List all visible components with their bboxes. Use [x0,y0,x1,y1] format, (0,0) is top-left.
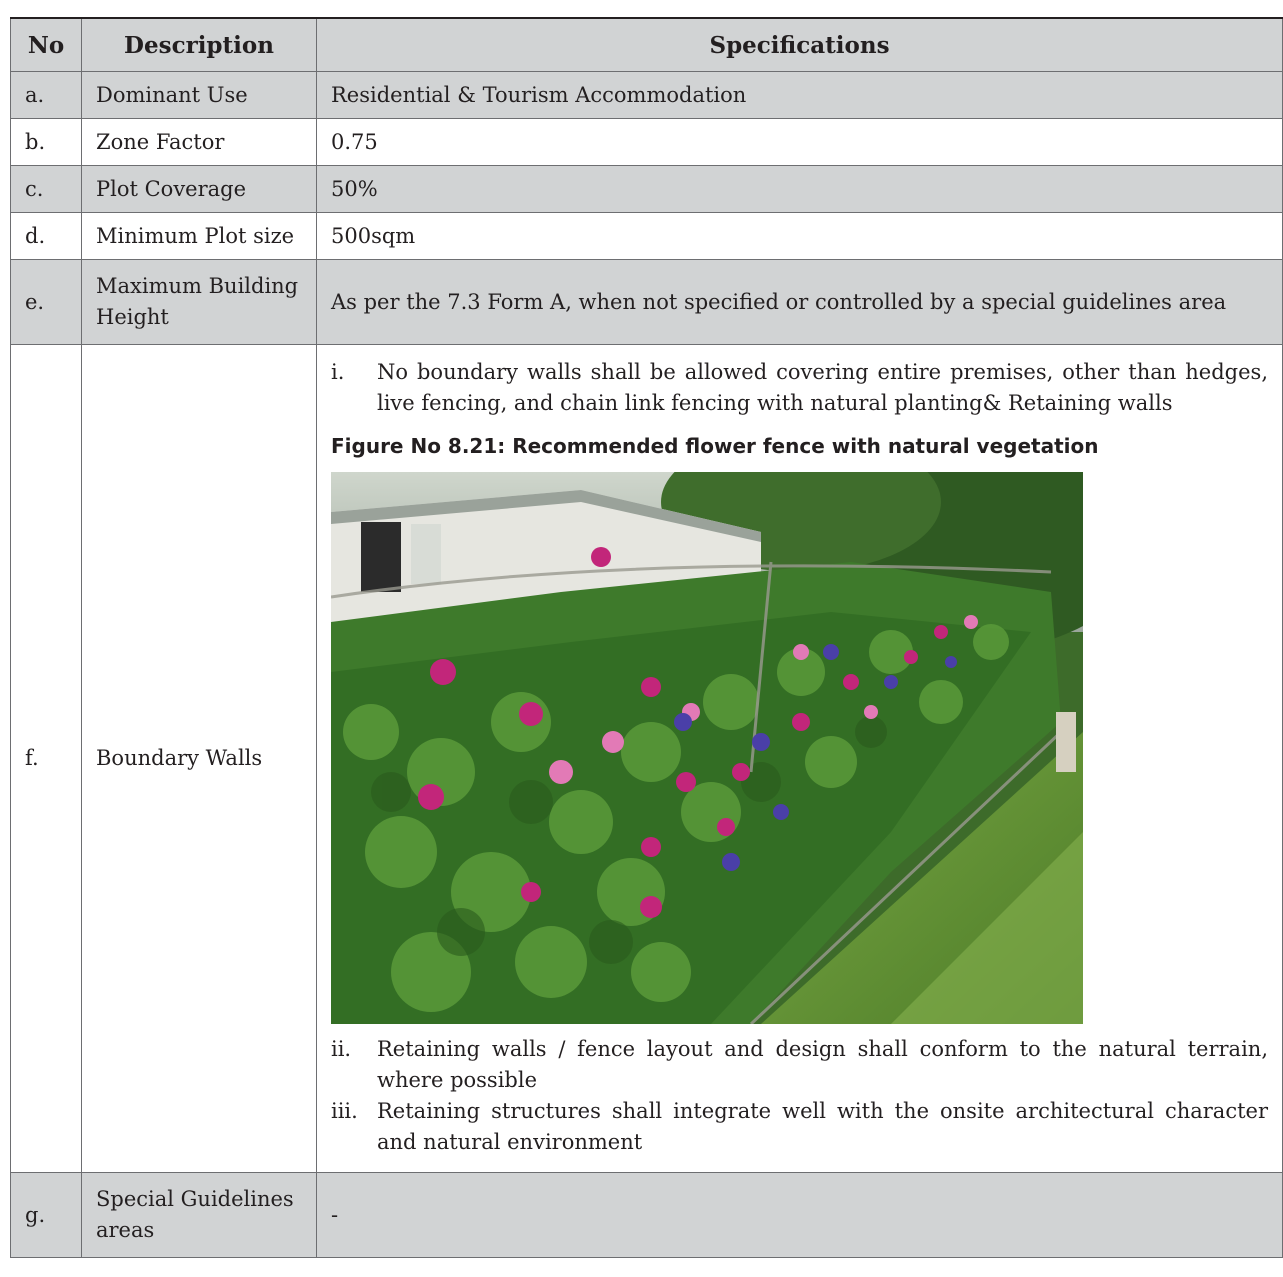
row-spec: - [316,1172,1283,1258]
figure-caption: Figure No 8.21: Recommended flower fence… [331,434,1099,458]
row-description: Zone Factor [81,118,317,166]
spec-item: ii. Retaining walls / fence layout and d… [331,1034,1268,1096]
row-spec: Residential & Tourism Accommodation [316,71,1283,119]
row-spec: 500sqm [316,212,1283,260]
table-row: f. Boundary Walls i. No boundary walls s… [10,344,1283,1173]
row-spec: As per the 7.3 Form A, when not specifie… [316,259,1283,345]
row-no: b. [10,118,82,166]
row-description: Dominant Use [81,71,317,119]
item-text: Retaining walls / fence layout and desig… [377,1037,1268,1092]
item-text: No boundary walls shall be allowed cover… [377,360,1268,415]
row-no: c. [10,165,82,213]
spec-item: iii. Retaining structures shall integrat… [331,1096,1268,1158]
table-row: g. Special Guidelines areas - [10,1172,1283,1258]
row-description: Minimum Plot size [81,212,317,260]
header-specifications: Specifications [316,17,1283,72]
table-row: e. Maximum Building Height As per the 7.… [10,259,1283,345]
item-number: iii. [331,1099,358,1123]
row-no: f. [10,344,82,1173]
spec-item: i. No boundary walls shall be allowed co… [331,357,1268,419]
row-description: Maximum Building Height [81,259,317,345]
table-row: c. Plot Coverage 50% [10,165,1283,213]
item-number: ii. [331,1037,352,1061]
row-spec: 50% [316,165,1283,213]
row-no: a. [10,71,82,119]
row-no: e. [10,259,82,345]
row-no: g. [10,1172,82,1258]
row-description: Plot Coverage [81,165,317,213]
row-description: Boundary Walls [81,344,317,1173]
boundary-walls-spec: i. No boundary walls shall be allowed co… [316,344,1283,1173]
table-row: a. Dominant Use Residential & Tourism Ac… [10,71,1283,119]
header-no: No [10,17,82,72]
item-number: i. [331,360,345,384]
row-spec: 0.75 [316,118,1283,166]
header-description: Description [81,17,317,72]
table-header-row: No Description Specifications [10,17,1283,72]
table-row: d. Minimum Plot size 500sqm [10,212,1283,260]
item-text: Retaining structures shall integrate wel… [377,1099,1268,1154]
row-no: d. [10,212,82,260]
row-description: Special Guidelines areas [81,1172,317,1258]
flower-fence-photo [331,472,1083,1024]
specification-table: No Description Specifications a. Dominan… [10,17,1283,1258]
table-row: b. Zone Factor 0.75 [10,118,1283,166]
